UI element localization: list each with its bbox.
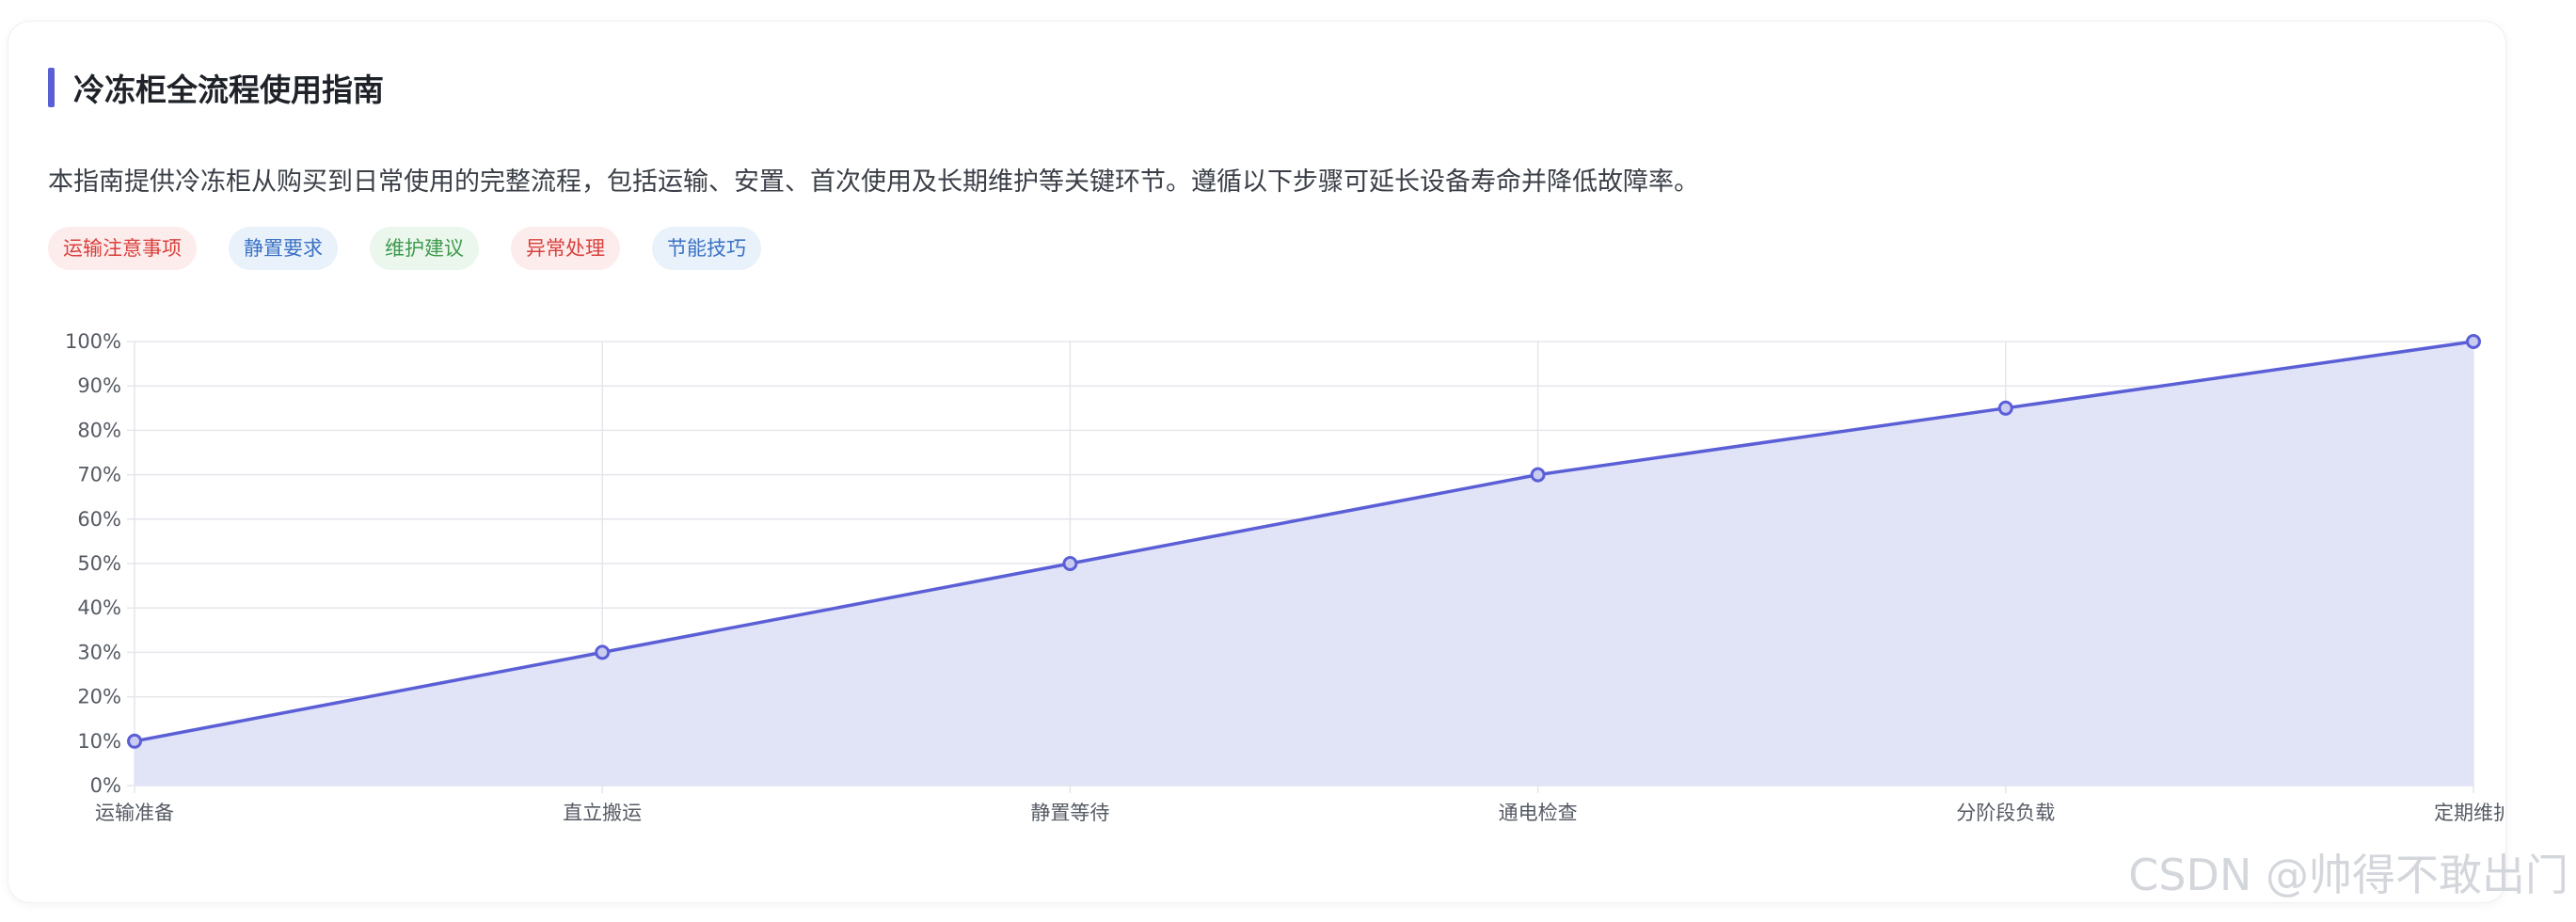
guide-card: 冷冻柜全流程使用指南 本指南提供冷冻柜从购买到日常使用的完整流程，包括运输、安置… bbox=[8, 21, 2506, 903]
data-point bbox=[1997, 400, 2013, 416]
y-tick-label: 50% bbox=[77, 552, 121, 575]
y-tick-label: 30% bbox=[77, 641, 121, 663]
x-tick-label: 定期维护 bbox=[2434, 802, 2504, 824]
title-block: 冷冻柜全流程使用指南 bbox=[48, 67, 384, 108]
y-tick-label: 40% bbox=[77, 596, 121, 619]
x-tick-label: 分阶段负载 bbox=[1956, 802, 2055, 824]
guide-description: 本指南提供冷冻柜从购买到日常使用的完整流程，包括运输、安置、首次使用及长期维护等… bbox=[48, 167, 1699, 197]
y-tick-label: 0% bbox=[90, 774, 121, 797]
title-accent-bar bbox=[48, 68, 55, 107]
y-tick-label: 20% bbox=[77, 686, 121, 708]
x-tick-label: 静置等待 bbox=[1030, 802, 1109, 824]
x-tick-label: 通电检查 bbox=[1499, 802, 1578, 824]
x-tick-label: 直立搬运 bbox=[563, 802, 642, 824]
data-point bbox=[1530, 467, 1546, 483]
x-tick-label: 运输准备 bbox=[95, 802, 174, 824]
tag-energy-saving[interactable]: 节能技巧 bbox=[652, 227, 761, 270]
data-point bbox=[595, 644, 611, 660]
y-tick-label: 70% bbox=[77, 464, 121, 486]
tag-troubleshooting[interactable]: 异常处理 bbox=[511, 227, 620, 270]
tag-rest-requirement[interactable]: 静置要求 bbox=[229, 227, 338, 270]
y-tick-label: 10% bbox=[77, 730, 121, 753]
y-tick-label: 60% bbox=[77, 508, 121, 531]
progress-chart: 0% 10% 20% 30% 40% 50% 60% 70% 80% 90% 100% 运输准备 直立搬… bbox=[65, 330, 2504, 824]
y-tick-label: 90% bbox=[77, 374, 121, 397]
tag-transport[interactable]: 运输注意事项 bbox=[48, 227, 197, 270]
y-tick-label: 100% bbox=[65, 330, 121, 353]
data-point bbox=[2466, 334, 2481, 349]
data-point bbox=[1062, 556, 1078, 571]
tag-list: 运输注意事项 静置要求 维护建议 异常处理 节能技巧 bbox=[48, 227, 761, 270]
y-tick-label: 80% bbox=[77, 419, 121, 441]
page-title: 冷冻柜全流程使用指南 bbox=[73, 72, 384, 108]
watermark: CSDN @帅得不敢出门 bbox=[2128, 850, 2568, 900]
tag-maintenance[interactable]: 维护建议 bbox=[370, 227, 479, 270]
data-point bbox=[127, 733, 142, 749]
